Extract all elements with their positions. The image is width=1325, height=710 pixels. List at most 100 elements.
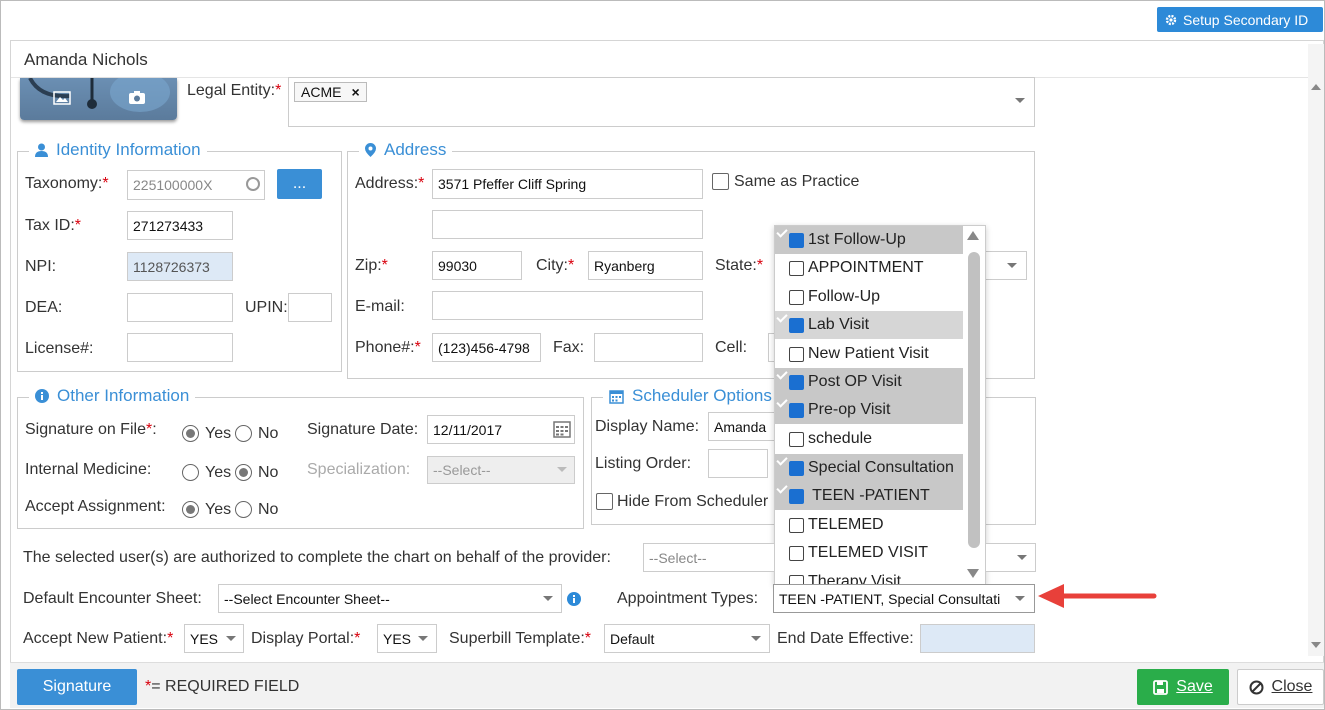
address-line2-input[interactable] (432, 210, 703, 239)
no-label: No (258, 464, 279, 481)
chevron-down-icon (543, 596, 553, 601)
dropdown-option[interactable]: Therapy Visit (775, 568, 963, 584)
save-button[interactable]: Save (1137, 669, 1229, 705)
dea-input[interactable] (127, 293, 233, 322)
option-checkbox[interactable] (789, 517, 804, 533)
option-checkbox[interactable] (789, 460, 804, 476)
taxonomy-label: Taxonomy:* (25, 175, 109, 192)
same-as-practice-checkbox[interactable] (712, 173, 729, 190)
identity-legend: Identity Information (29, 140, 207, 160)
display-name-input[interactable]: Amanda (708, 412, 778, 441)
tax-id-input[interactable]: 271273433 (127, 211, 233, 240)
dropdown-option[interactable]: TEEN -PATIENT (775, 482, 963, 510)
tax-id-label: Tax ID:* (25, 217, 82, 234)
listing-order-input[interactable] (708, 449, 768, 478)
dropdown-option[interactable]: Follow-Up (775, 283, 963, 311)
dropdown-option[interactable]: Post OP Visit (775, 368, 963, 396)
specialization-select[interactable]: --Select-- (427, 456, 575, 484)
option-checkbox[interactable] (789, 402, 804, 418)
state-label: State:* (715, 257, 764, 274)
chevron-down-icon (1007, 263, 1017, 268)
internal-medicine-yes-radio[interactable] (182, 464, 199, 481)
taxonomy-lookup-button[interactable]: ... (277, 169, 322, 199)
encounter-sheet-select[interactable]: --Select Encounter Sheet-- (218, 584, 562, 613)
taxonomy-input[interactable]: 225100000X (127, 170, 265, 200)
legal-entity-label: Legal Entity:* (187, 82, 282, 99)
authorized-select[interactable]: --Select-- (643, 543, 774, 572)
user-icon (35, 143, 48, 157)
upin-input[interactable] (288, 293, 332, 322)
tag-remove-icon[interactable]: × (351, 84, 359, 100)
phone-label: Phone#:* (355, 339, 421, 356)
dialog-scrollbar[interactable] (1308, 44, 1324, 656)
authorized-label: The selected user(s) are authorized to c… (23, 549, 611, 566)
appointment-types-select[interactable]: TEEN -PATIENT, Special Consultati (773, 584, 1035, 613)
setup-secondary-id-label: Setup Secondary ID (1183, 11, 1309, 28)
fax-label: Fax: (553, 339, 585, 356)
display-portal-select[interactable]: YES (377, 624, 437, 653)
state-select[interactable] (984, 251, 1027, 280)
dropdown-option[interactable]: Special Consultation (775, 454, 963, 482)
caret-up-icon[interactable] (967, 231, 979, 240)
license-label: License#: (25, 340, 94, 357)
close-button[interactable]: Close (1237, 669, 1324, 705)
authorized-select-end[interactable] (986, 543, 1036, 572)
end-date-input[interactable] (920, 624, 1035, 653)
clear-circle-icon[interactable] (246, 177, 260, 191)
signature-on-file-no-radio[interactable] (235, 425, 252, 442)
dropdown-option[interactable]: APPOINTMENT (775, 254, 963, 282)
accept-assignment-no-radio[interactable] (235, 501, 252, 518)
option-checkbox[interactable] (789, 317, 804, 333)
legal-entity-tag-label: ACME (301, 84, 342, 100)
phone-input[interactable]: (123)456-4798 (432, 333, 541, 362)
dropdown-option[interactable]: schedule (775, 425, 963, 453)
dropdown-option[interactable]: Pre-op Visit (775, 396, 963, 424)
license-input[interactable] (127, 333, 233, 362)
dropdown-option[interactable]: 1st Follow-Up (775, 226, 963, 254)
option-checkbox[interactable] (789, 289, 804, 305)
dropdown-option[interactable]: New Patient Visit (775, 340, 963, 368)
option-checkbox[interactable] (789, 374, 804, 390)
save-label: Save (1176, 678, 1213, 695)
city-input[interactable]: Ryanberg (588, 251, 703, 280)
setup-secondary-id-button[interactable]: Setup Secondary ID (1157, 7, 1323, 32)
option-checkbox[interactable] (789, 545, 804, 561)
upin-label: UPIN: (245, 299, 288, 316)
dropdown-option[interactable]: TELEMED VISIT (775, 539, 963, 567)
end-date-label: End Date Effective: (777, 630, 914, 647)
internal-medicine-no-radio[interactable] (235, 464, 252, 481)
scroll-down-icon[interactable] (1311, 642, 1321, 648)
signature-on-file-yes-radio[interactable] (182, 425, 199, 442)
dropdown-scroll-thumb[interactable] (968, 252, 980, 548)
image-icon[interactable] (53, 91, 71, 105)
option-checkbox[interactable] (789, 260, 804, 276)
signature-date-label: Signature Date: (307, 421, 419, 438)
dialog-header: Amanda Nichols (11, 41, 1323, 78)
floppy-disk-icon (1153, 679, 1169, 695)
no-label: No (258, 501, 279, 518)
option-checkbox[interactable] (789, 431, 804, 447)
superbill-template-select[interactable]: Default (604, 624, 770, 653)
signature-button[interactable]: Signature (17, 669, 137, 705)
accept-assignment-yes-radio[interactable] (182, 501, 199, 518)
address-line1-input[interactable]: 3571 Pfeffer Cliff Spring (432, 169, 703, 199)
option-checkbox[interactable] (789, 346, 804, 362)
npi-label: NPI: (25, 258, 57, 275)
option-checkbox[interactable] (789, 232, 804, 248)
gear-icon (1165, 14, 1177, 25)
caret-down-icon[interactable] (967, 569, 979, 578)
dropdown-option[interactable]: Lab Visit (775, 311, 963, 339)
email-input[interactable] (432, 291, 703, 320)
calendar-icon[interactable] (553, 420, 571, 438)
hide-from-scheduler-checkbox[interactable] (596, 493, 613, 510)
zip-input[interactable]: 99030 (432, 251, 522, 280)
option-checkbox[interactable] (789, 488, 804, 504)
display-name-label: Display Name: (595, 418, 700, 435)
dropdown-option[interactable]: TELEMED (775, 511, 963, 539)
fax-input[interactable] (594, 333, 703, 362)
npi-input[interactable]: 1128726373 (127, 252, 233, 281)
legal-entity-select[interactable]: ACME × (288, 77, 1035, 127)
scroll-up-icon[interactable] (1311, 84, 1321, 90)
info-circle-icon[interactable] (567, 592, 581, 606)
camera-icon[interactable] (128, 90, 146, 105)
